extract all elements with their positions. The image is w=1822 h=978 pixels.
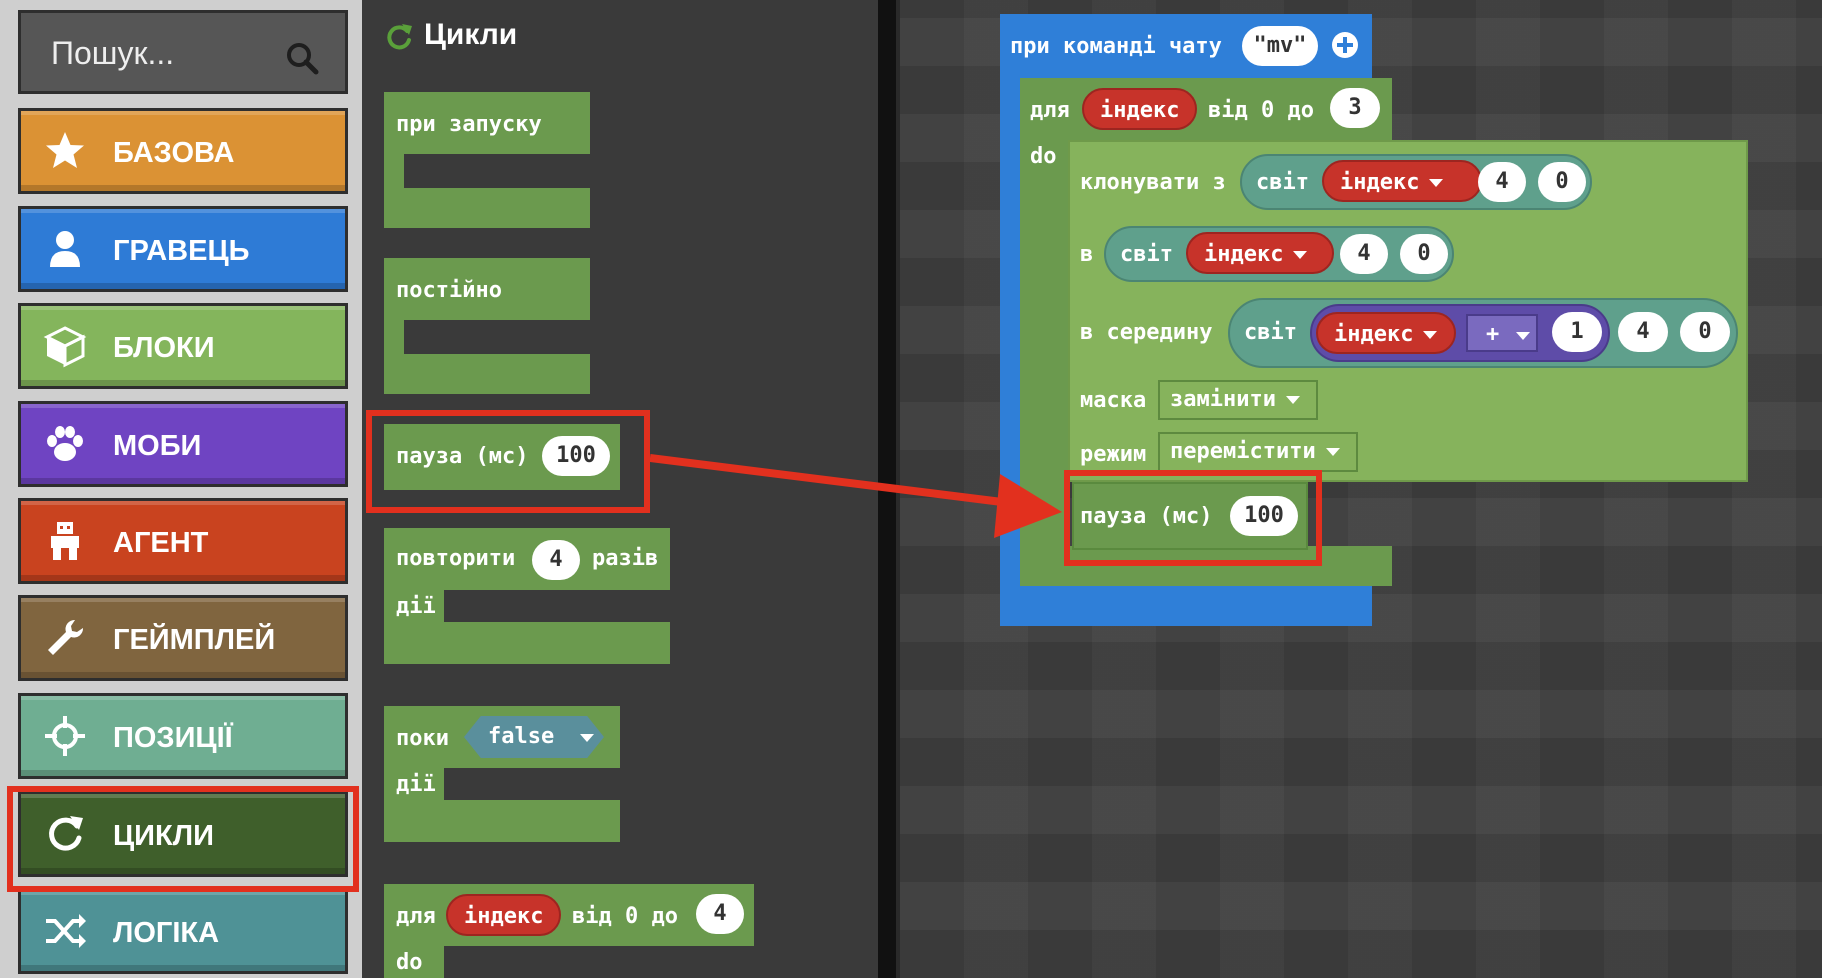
block-body-left bbox=[384, 150, 404, 192]
cube-icon bbox=[43, 326, 87, 368]
category-label: МОБИ bbox=[113, 430, 202, 462]
chevron-down-icon bbox=[580, 734, 594, 742]
chevron-down-icon bbox=[1429, 179, 1444, 187]
coord-input[interactable]: 0 bbox=[1400, 234, 1448, 274]
category-mobs[interactable]: МОБИ bbox=[18, 401, 348, 487]
variable-index[interactable]: індекс bbox=[446, 894, 562, 936]
flyout-title: Цикли bbox=[424, 18, 518, 51]
block-footer bbox=[384, 188, 590, 228]
category-label: АГЕНТ bbox=[113, 527, 209, 559]
block-label: маска bbox=[1080, 388, 1147, 413]
workspace-pause-highlight bbox=[1064, 470, 1322, 566]
variable-index-dropdown[interactable]: індекс bbox=[1316, 312, 1456, 354]
category-label: ГЕЙМПЛЕЙ bbox=[113, 624, 276, 656]
search-input[interactable]: Пошук... bbox=[51, 35, 174, 72]
star-icon bbox=[46, 132, 84, 168]
addend-input[interactable]: 1 bbox=[1552, 312, 1602, 352]
world-label: світ bbox=[1120, 242, 1173, 267]
block-label: для bbox=[1030, 98, 1070, 123]
category-label: ЛОГІКА bbox=[113, 917, 220, 949]
mask-value: замінити bbox=[1170, 387, 1276, 412]
block-label: клонувати з bbox=[1080, 170, 1226, 195]
search-icon[interactable] bbox=[285, 41, 319, 75]
chevron-down-icon bbox=[1516, 332, 1530, 340]
category-agent[interactable]: АГЕНТ bbox=[18, 498, 348, 584]
coord-input[interactable]: 4 bbox=[1340, 234, 1388, 274]
for-end-input[interactable]: 4 bbox=[696, 894, 744, 934]
block-label: do bbox=[1030, 144, 1057, 169]
block-label: разів bbox=[592, 546, 659, 571]
category-blocks[interactable]: БЛОКИ bbox=[18, 303, 348, 389]
block-label: повторити bbox=[396, 546, 516, 571]
variable-index-dropdown[interactable]: індекс bbox=[1186, 232, 1334, 274]
variable-name: індекс bbox=[1334, 322, 1414, 347]
block-label: дії bbox=[396, 594, 436, 619]
chevron-down-icon bbox=[1325, 448, 1340, 456]
mask-dropdown[interactable]: замінити bbox=[1158, 380, 1318, 420]
variable-name: індекс bbox=[1204, 242, 1284, 267]
false-value: false bbox=[488, 724, 555, 749]
shuffle-icon bbox=[46, 914, 86, 948]
add-parameter-icon[interactable] bbox=[1330, 30, 1360, 60]
search-box[interactable]: Пошук... bbox=[18, 10, 348, 94]
block-label: в середину bbox=[1080, 320, 1213, 345]
chevron-down-icon bbox=[1423, 331, 1438, 339]
flyout-pause-highlight bbox=[366, 410, 650, 513]
block-footer bbox=[384, 800, 620, 842]
block-label: при запуску bbox=[396, 112, 542, 137]
wrench-icon bbox=[48, 619, 84, 655]
variable-name: індекс bbox=[1340, 170, 1420, 195]
on-chat-footer bbox=[1000, 584, 1372, 626]
loops-category-highlight bbox=[7, 786, 359, 892]
loop-icon bbox=[387, 24, 412, 50]
crosshair-icon bbox=[45, 716, 85, 756]
block-label: в bbox=[1080, 242, 1094, 267]
block-label: режим bbox=[1080, 442, 1147, 467]
category-label: БЛОКИ bbox=[113, 332, 215, 364]
block-label: поки bbox=[396, 726, 449, 751]
category-logic[interactable]: ЛОГІКА bbox=[18, 888, 348, 974]
mode-dropdown[interactable]: перемістити bbox=[1158, 432, 1358, 472]
agent-icon bbox=[51, 522, 79, 560]
variable-index[interactable]: індекс bbox=[1082, 88, 1198, 130]
chevron-down-icon bbox=[1293, 251, 1308, 259]
block-label: постійно bbox=[396, 278, 502, 303]
coord-input[interactable]: 4 bbox=[1618, 312, 1668, 352]
category-label: ГРАВЕЦЬ bbox=[113, 235, 250, 267]
chevron-down-icon bbox=[1285, 396, 1300, 404]
variable-index-dropdown[interactable]: індекс bbox=[1322, 160, 1482, 202]
coord-input[interactable]: 0 bbox=[1538, 162, 1586, 202]
repeat-count-input[interactable]: 4 bbox=[532, 540, 580, 580]
block-body-left bbox=[384, 316, 404, 358]
category-label: БАЗОВА bbox=[113, 137, 235, 169]
person-icon bbox=[50, 231, 80, 267]
block-label: do bbox=[396, 950, 423, 975]
category-player[interactable]: ГРАВЕЦЬ bbox=[18, 206, 348, 292]
category-basic[interactable]: БАЗОВА bbox=[18, 108, 348, 194]
operator-value: + bbox=[1486, 322, 1500, 347]
block-footer bbox=[384, 622, 670, 664]
world-label: світ bbox=[1256, 170, 1309, 195]
world-label: світ bbox=[1244, 320, 1297, 345]
block-label: від 0 до bbox=[572, 904, 678, 929]
category-positions[interactable]: ПОЗИЦІЇ bbox=[18, 693, 348, 779]
chat-command-input[interactable]: "mv" bbox=[1242, 26, 1318, 66]
drag-arrow bbox=[650, 454, 1062, 538]
block-label: дії bbox=[396, 772, 436, 797]
paw-icon bbox=[47, 426, 83, 461]
category-label: ПОЗИЦІЇ bbox=[113, 722, 233, 754]
block-label: для bbox=[396, 904, 436, 929]
toolbox: Пошук... БАЗОВА ГРАВЕЦЬ БЛОКИ МОБИ АГЕНТ… bbox=[0, 0, 362, 978]
block-label: при команді чату bbox=[1010, 34, 1222, 59]
coord-input[interactable]: 4 bbox=[1478, 162, 1526, 202]
block-footer bbox=[384, 354, 590, 394]
category-gameplay[interactable]: ГЕЙМПЛЕЙ bbox=[18, 595, 348, 681]
coord-input[interactable]: 0 bbox=[1680, 312, 1730, 352]
block-label: від 0 до bbox=[1208, 98, 1314, 123]
mode-value: перемістити bbox=[1170, 439, 1316, 464]
for-end-input[interactable]: 3 bbox=[1330, 88, 1380, 128]
